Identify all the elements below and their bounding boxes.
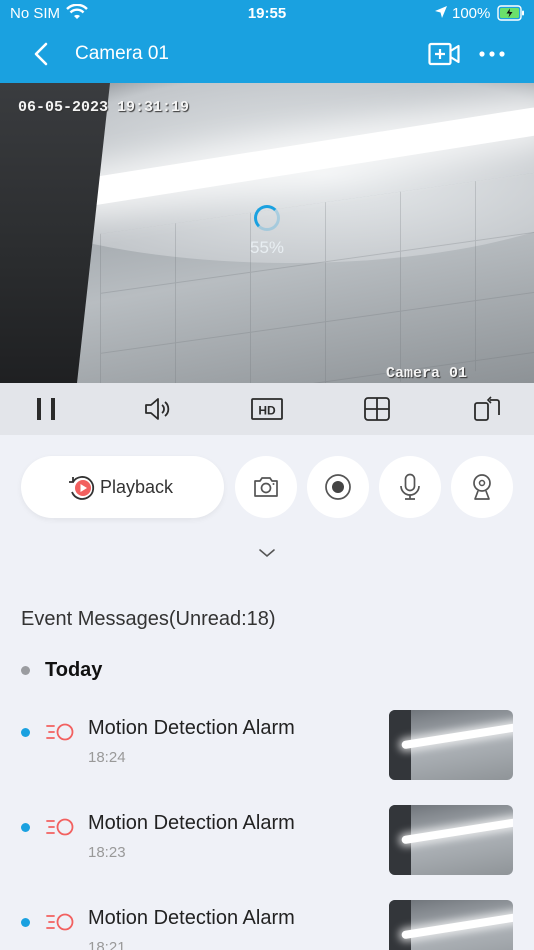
motion-alarm-icon [45, 911, 75, 933]
event-item[interactable]: Motion Detection Alarm 18:21 [0, 900, 534, 950]
chevron-left-icon [34, 42, 48, 66]
ptz-button[interactable] [451, 456, 513, 518]
add-camera-icon [428, 42, 460, 66]
timeline-dot [21, 666, 30, 675]
rotate-screen-button[interactable] [472, 395, 502, 423]
snapshot-button[interactable] [235, 456, 297, 518]
event-group-label: Today [45, 659, 103, 681]
rotate-screen-icon [474, 396, 500, 421]
event-messages-header: Event Messages(Unread:18) [21, 608, 276, 630]
more-button[interactable] [478, 41, 506, 67]
event-title: Motion Detection Alarm [88, 812, 295, 834]
battery-charging-icon [497, 5, 525, 25]
event-title: Motion Detection Alarm [88, 717, 295, 739]
motion-alarm-icon [45, 721, 75, 743]
location-arrow-icon [434, 5, 448, 23]
pause-button[interactable] [32, 395, 62, 423]
video-control-bar: HD [0, 383, 534, 435]
more-dots-icon [479, 51, 505, 57]
nav-bar: Camera 01 [0, 28, 534, 83]
event-time: 18:23 [88, 844, 126, 861]
page-title: Camera 01 [75, 43, 169, 64]
back-button[interactable] [30, 40, 54, 68]
svg-text:HD: HD [258, 404, 276, 418]
split-screen-button[interactable] [362, 395, 392, 423]
status-bar: No SIM 19:55 100% [0, 0, 534, 28]
expand-button[interactable] [258, 546, 276, 558]
camera-snapshot-icon [254, 477, 278, 497]
battery-percent: 100% [452, 5, 491, 22]
unread-dot [21, 918, 30, 927]
loading-spinner-icon [254, 205, 280, 231]
video-wall [0, 83, 110, 383]
playback-label: Playback [100, 477, 174, 497]
event-item[interactable]: Motion Detection Alarm 18:24 [0, 710, 534, 801]
top-bar: No SIM 19:55 100% Camera 01 [0, 0, 534, 83]
unread-dot [21, 728, 30, 737]
record-icon [325, 474, 351, 500]
ptz-icon [473, 474, 491, 500]
hd-icon: HD [251, 398, 283, 420]
talk-button[interactable] [379, 456, 441, 518]
volume-icon [145, 398, 170, 420]
motion-alarm-icon [45, 816, 75, 838]
live-video[interactable]: 06-05-2023 19:31:19 Camera 01 55% [0, 83, 534, 383]
add-camera-button[interactable] [428, 41, 460, 67]
playback-icon [67, 473, 97, 503]
record-button[interactable] [307, 456, 369, 518]
event-thumbnail[interactable] [389, 900, 513, 950]
unread-dot [21, 823, 30, 832]
event-time: 18:21 [88, 939, 126, 950]
hd-button[interactable]: HD [251, 395, 283, 423]
microphone-icon [400, 473, 420, 500]
volume-button[interactable] [143, 395, 173, 423]
event-thumbnail[interactable] [389, 710, 513, 780]
event-item[interactable]: Motion Detection Alarm 18:23 [0, 805, 534, 896]
event-title: Motion Detection Alarm [88, 907, 295, 929]
split-screen-icon [364, 397, 390, 421]
video-camera-label: Camera 01 [386, 365, 468, 382]
video-timestamp: 06-05-2023 19:31:19 [18, 99, 190, 116]
chevron-down-icon [259, 549, 275, 558]
pause-icon [37, 398, 55, 420]
playback-button[interactable]: Playback [21, 456, 224, 518]
event-thumbnail[interactable] [389, 805, 513, 875]
loading-percent: 55% [249, 238, 285, 257]
event-time: 18:24 [88, 749, 126, 766]
